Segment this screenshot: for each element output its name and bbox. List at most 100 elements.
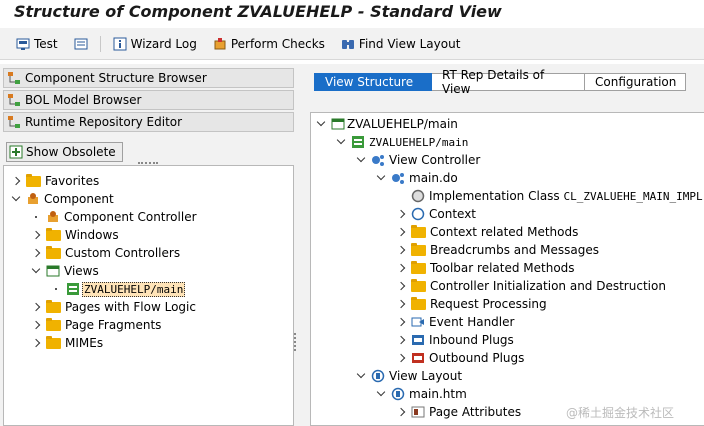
watermark: @稀土掘金技术社区 [566,406,675,420]
tree-node-favorites[interactable]: Favorites [10,172,99,190]
expand-arrow-icon[interactable] [395,208,407,220]
collapse-arrow-icon[interactable] [375,388,387,400]
tab-rt-rep-details[interactable]: RT Rep Details of View [432,68,585,96]
node-label: Event Handler [429,315,515,329]
tree-node-main-do[interactable]: main.do [375,169,458,187]
node-label: Views [64,264,99,278]
tab-configuration[interactable]: Configuration [585,73,686,91]
controller-class-icon [392,173,404,184]
node-label: ZVALUEHELP/main [82,281,186,297]
tree-node-view-comp[interactable]: ZVALUEHELP/main [335,133,468,151]
vertical-splitter-handle[interactable] [294,333,297,351]
expand-arrow-icon[interactable] [395,280,407,292]
perform-checks-label: Perform Checks [230,36,325,51]
checks-icon [214,37,226,49]
expand-arrow-icon[interactable] [395,244,407,256]
tree-node-outbound-plugs[interactable]: Outbound Plugs [395,349,524,367]
binoculars-icon [341,39,354,49]
bol-model-browser-button[interactable]: BOL Model Browser [3,90,294,110]
tree-node-component[interactable]: Component [10,190,114,208]
node-label: Custom Controllers [65,246,181,260]
wizard-log-button[interactable]: Wizard Log [107,33,203,55]
perform-checks-button[interactable]: Perform Checks [207,33,331,55]
node-label: MIMEs [65,336,104,350]
nav-label: BOL Model Browser [25,93,142,107]
tree-node-views[interactable]: Views [30,262,99,280]
node-label: Implementation Class [429,189,560,203]
expand-arrow-icon[interactable] [395,352,407,364]
tree-node-view-main[interactable]: ZVALUEHELP/main [50,280,186,298]
show-obsolete-button[interactable]: Show Obsolete [6,142,123,162]
tree-node-main-htm[interactable]: main.htm [375,385,467,403]
tree-node-custom-controllers[interactable]: Custom Controllers [30,244,180,262]
node-label: Component Controller [64,210,197,224]
expand-arrow-icon[interactable] [395,226,407,238]
show-obsolete-label: Show Obsolete [26,145,116,159]
expand-arrow-icon[interactable] [30,319,42,331]
runtime-repository-editor-button[interactable]: Runtime Repository Editor [3,112,294,132]
collapse-arrow-icon[interactable] [355,154,367,166]
expand-arrow-icon[interactable] [395,298,407,310]
page-title: Structure of Component ZVALUEHELP - Stan… [14,2,502,21]
collapse-arrow-icon[interactable] [355,370,367,382]
leaf-bullet-icon [30,211,42,223]
tree-node-windows[interactable]: Windows [30,226,119,244]
nav-label: Runtime Repository Editor [25,115,183,129]
expand-arrow-icon[interactable] [395,334,407,346]
expand-arrow-icon[interactable] [30,229,42,241]
tree-node-page-attributes[interactable]: Page Attributes [395,403,521,421]
tree-node-root[interactable]: ZVALUEHELP/main [315,115,458,133]
tree-node-view-controller[interactable]: View Controller [355,151,480,169]
expand-arrow-icon[interactable] [395,262,407,274]
tree-node-mimes[interactable]: MIMEs [30,334,103,352]
collapse-arrow-icon[interactable] [10,193,22,205]
collapse-arrow-icon[interactable] [315,118,327,130]
expand-arrow-icon[interactable] [30,247,42,259]
tree-node-component-controller[interactable]: Component Controller [30,208,197,226]
show-obsolete-icon [9,145,23,159]
view-structure-tree: ZVALUEHELP/main ZVALUEHELP/main View Con… [310,112,704,426]
view-icon [352,136,364,148]
tree-node-impl-class[interactable]: Implementation Class CL_ZVALUEHE_MAIN_IM… [395,187,703,205]
tree-node-breadcrumbs[interactable]: Breadcrumbs and Messages [395,241,599,259]
component-tree: Favorites Component Component Controller… [3,165,294,426]
tree-node-event-handler[interactable]: Event Handler [395,313,514,331]
tree-node-context-methods[interactable]: Context related Methods [395,223,578,241]
node-label: View Controller [389,153,481,167]
tab-view-structure[interactable]: View Structure [314,73,432,91]
expand-arrow-icon[interactable] [30,337,42,349]
folder-icon [26,173,41,187]
expand-arrow-icon[interactable] [395,316,407,328]
tree-node-view-layout[interactable]: View Layout [355,367,462,385]
collapse-arrow-icon[interactable] [375,172,387,184]
tree-node-inbound-plugs[interactable]: Inbound Plugs [395,331,514,349]
node-label: main.htm [409,387,467,401]
hierarchy-icon [8,116,20,128]
test-icon [16,38,30,50]
right-pane: View Structure RT Rep Details of View Co… [302,64,704,426]
expand-arrow-icon[interactable] [10,175,22,187]
tree-node-controller-init[interactable]: Controller Initialization and Destructio… [395,277,666,295]
tree-node-request-processing[interactable]: Request Processing [395,295,547,313]
collapse-arrow-icon[interactable] [30,265,42,277]
tree-node-context[interactable]: Context [395,205,476,223]
node-label: Context related Methods [430,225,579,239]
node-label: Controller Initialization and Destructio… [430,279,666,293]
component-icon [28,193,38,204]
node-label: Breadcrumbs and Messages [430,243,600,257]
collapse-arrow-icon[interactable] [335,136,347,148]
expand-arrow-icon[interactable] [30,301,42,313]
tree-node-pages-flow-logic[interactable]: Pages with Flow Logic [30,298,196,316]
find-view-layout-button[interactable]: Find View Layout [335,33,466,55]
component-structure-browser-button[interactable]: Component Structure Browser [3,68,294,88]
node-label: main.do [409,171,458,185]
class-icon [411,189,425,203]
folder-icon [411,260,426,274]
tree-node-page-fragments[interactable]: Page Fragments [30,316,161,334]
tree-node-toolbar-methods[interactable]: Toolbar related Methods [395,259,575,277]
display-toggle-button[interactable] [68,33,94,55]
info-icon [113,37,127,50]
test-button[interactable]: Test [10,33,64,55]
expand-arrow-icon[interactable] [395,406,407,418]
